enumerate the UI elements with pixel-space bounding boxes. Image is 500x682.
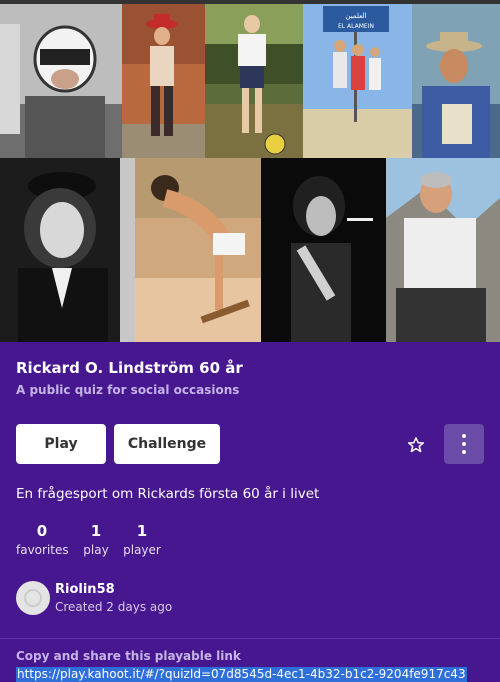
play-button[interactable]: Play <box>16 424 106 464</box>
kebab-menu-icon <box>462 434 466 438</box>
creator-username[interactable]: Riolin58 <box>55 582 115 597</box>
photo-mountain-man <box>386 158 500 342</box>
photo-cigarette-portrait <box>261 158 386 342</box>
challenge-button[interactable]: Challenge <box>114 424 220 464</box>
favorites-label: favorites <box>16 543 69 557</box>
creator-avatar[interactable] <box>16 581 50 615</box>
photo-football-boy <box>205 4 303 158</box>
players-label: player <box>123 543 161 557</box>
svg-text:العلمين: العلمين <box>345 12 366 20</box>
plays-label: play <box>83 543 109 557</box>
quiz-description: En frågesport om Rickards första 60 år i… <box>16 486 320 502</box>
avatar-placeholder-icon <box>24 589 42 607</box>
players-count: 1 <box>136 522 148 540</box>
share-link[interactable]: https://play.kahoot.it/#/?quizId=07d8545… <box>16 667 467 682</box>
share-label: Copy and share this playable link <box>16 649 241 663</box>
stat-plays: 1 play <box>82 522 110 558</box>
quiz-title: Rickard O. Lindström 60 år <box>16 359 243 377</box>
photo-el-alamein-sign: العلمين EL ALAMEIN <box>303 4 412 158</box>
plays-count: 1 <box>90 522 102 540</box>
more-options-button[interactable] <box>444 424 484 464</box>
stat-favorites: 0 favorites <box>16 522 69 558</box>
photo-cap-portrait <box>0 158 135 342</box>
svg-text:EL ALAMEIN: EL ALAMEIN <box>338 23 374 30</box>
quiz-cover-collage: العلمين EL ALAMEIN <box>0 0 500 342</box>
created-date: Created 2 days ago <box>55 600 173 614</box>
photo-hat-man <box>412 4 500 158</box>
stat-players: 1 player <box>122 522 162 558</box>
photo-helmet-child <box>0 4 122 158</box>
photo-skateboarder <box>135 158 261 342</box>
favorite-button[interactable] <box>403 432 429 458</box>
star-outline-icon <box>407 437 425 453</box>
photo-cowboy-child <box>122 4 205 158</box>
favorites-count: 0 <box>36 522 48 540</box>
divider <box>0 638 500 639</box>
quiz-subtitle: A public quiz for social occasions <box>16 383 240 397</box>
